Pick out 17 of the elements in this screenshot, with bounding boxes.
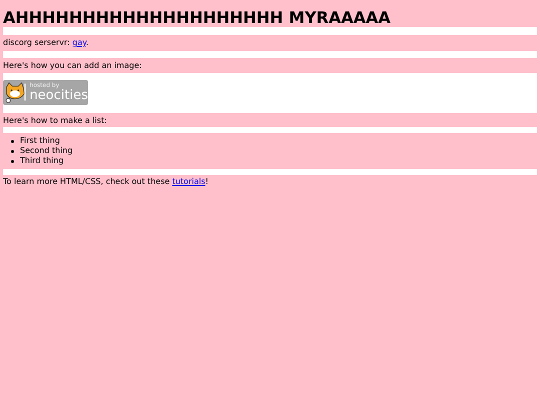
list-intro-text: Here's how to make a list: (3, 116, 108, 126)
discord-text: discorg serservr: (3, 38, 71, 47)
cat-mascot-icon (4, 80, 28, 105)
footer-text: To learn more HTML/CSS, check out these (3, 177, 171, 186)
discord-link[interactable]: gay (72, 38, 86, 47)
bullet-icon (11, 160, 14, 162)
badge-wordmark: neocities (30, 89, 88, 102)
image-intro-text: Here's how you can add an image: (3, 61, 143, 71)
list-item: First thing (20, 136, 60, 146)
bullet-icon (11, 140, 14, 142)
exclamation-text: ! (205, 177, 208, 186)
tutorials-link[interactable]: tutorials (172, 177, 206, 186)
page-heading: AHHHHHHHHHHHHHHHHHHHH MYRAAAAA (3, 9, 392, 26)
period-text: . (86, 38, 89, 47)
list-item: Second thing (20, 146, 73, 156)
list-item: Third thing (20, 156, 64, 166)
bullet-icon (11, 150, 14, 152)
